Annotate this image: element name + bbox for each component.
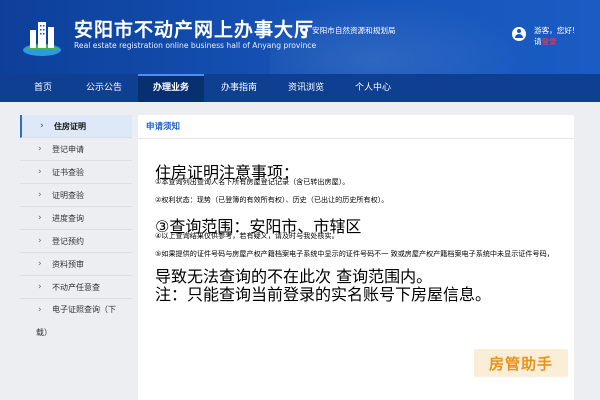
login-link[interactable]: 登录 bbox=[542, 37, 557, 46]
chevron-right-icon: › bbox=[38, 282, 42, 292]
sidebar-item-property-lookup[interactable]: › 不动产任意查 bbox=[20, 276, 132, 299]
sidebar-item-label: 登记预约 bbox=[52, 237, 84, 246]
watermark: 房管助手 bbox=[474, 349, 568, 377]
login-prefix: 请 bbox=[534, 37, 542, 46]
chevron-right-icon: › bbox=[38, 259, 42, 269]
sidebar-item-label: 证书查验 bbox=[52, 168, 84, 177]
nav-item-business[interactable]: 办理业务 bbox=[138, 74, 204, 102]
location-pin-icon bbox=[300, 25, 308, 36]
nav-item-personal[interactable]: 个人中心 bbox=[346, 74, 400, 102]
avatar-icon[interactable] bbox=[512, 27, 526, 41]
sidebar-item-document-precheck[interactable]: › 资料预审 bbox=[20, 253, 132, 276]
nav-item-guide[interactable]: 办事指南 bbox=[212, 74, 266, 102]
notice-line: ⑤如果提供的证件号码与房屋产权产籍档案电子系统中显示的证件号码不一 致或房屋产权… bbox=[155, 249, 554, 258]
nav-item-news[interactable]: 资讯浏览 bbox=[279, 74, 333, 102]
sidebar-item-label: 资料预审 bbox=[52, 260, 84, 269]
logo-icon bbox=[23, 22, 61, 56]
sidebar-item-proof-check[interactable]: › 证明查验 bbox=[20, 184, 132, 207]
sidebar-item-label: 证明查验 bbox=[52, 191, 84, 200]
org-name: 安阳市自然资源和规划局 bbox=[312, 26, 396, 35]
chevron-right-icon: › bbox=[40, 121, 44, 131]
chevron-right-icon: › bbox=[38, 236, 42, 246]
sidebar-item-e-license-query[interactable]: › 电子证照查询（下 载） bbox=[20, 299, 132, 345]
watermark-text: 房管助手 bbox=[488, 354, 553, 373]
main-nav: 首页 公示公告 办理业务 办事指南 资讯浏览 个人中心 bbox=[0, 74, 600, 102]
site-header: 安阳市不动产网上办事大厅 Real estate registration on… bbox=[0, 0, 600, 74]
chevron-right-icon: › bbox=[38, 167, 42, 177]
sidebar-item-appointment[interactable]: › 登记预约 bbox=[20, 230, 132, 253]
sidebar-item-certificate-check[interactable]: › 证书查验 bbox=[20, 161, 132, 184]
panel-title: 申请须知 bbox=[138, 115, 574, 139]
sidebar-item-registration-apply[interactable]: › 登记申请 bbox=[20, 138, 132, 161]
notice-footnote: 注：只能查询当前登录的实名账号下房屋信息。 bbox=[155, 285, 492, 304]
org-label: 安阳市自然资源和规划局 bbox=[300, 25, 396, 36]
chevron-right-icon: › bbox=[38, 190, 42, 200]
user-area: 游客，您好! 请登录 bbox=[512, 25, 575, 47]
sidebar-item-label: 登记申请 bbox=[52, 145, 84, 154]
nav-item-home[interactable]: 首页 bbox=[20, 74, 66, 102]
notice-line: ①本查询列出查询人名下所有房屋登记记录（含已转出房屋）。 bbox=[155, 177, 350, 186]
notice-line: ②权利状态：现势（已登簿的有效所有权）、历史（已出让的历史所有权）。 bbox=[155, 195, 389, 204]
sidebar-item-progress-query[interactable]: › 进度查询 bbox=[20, 207, 132, 230]
sidebar-item-housing-certificate[interactable]: › 住房证明 bbox=[20, 115, 132, 138]
sidebar-item-label-wrap: 载） bbox=[36, 328, 52, 337]
sidebar-item-label: 住房证明 bbox=[54, 122, 86, 131]
chevron-right-icon: › bbox=[38, 213, 42, 223]
notice-line: ④以上查询结果仅供参考，若有疑义，请及时与我处核实。 bbox=[155, 231, 339, 240]
login-row: 请登录 bbox=[534, 36, 575, 47]
sidebar-item-label: 进度查询 bbox=[52, 214, 84, 223]
nav-item-announcements[interactable]: 公示公告 bbox=[78, 74, 130, 102]
sidebar-item-label: 不动产任意查 bbox=[52, 283, 100, 292]
site-title: 安阳市不动产网上办事大厅 bbox=[74, 19, 315, 41]
sidebar-item-label: 电子证照查询（下 bbox=[52, 305, 116, 314]
greeting-text: 游客，您好! bbox=[534, 26, 576, 35]
site-subtitle: Real estate registration online business… bbox=[74, 41, 317, 50]
sidebar: › 住房证明 › 登记申请 › 证书查验 › 证明查验 › 进度查询 › 登记预… bbox=[20, 115, 132, 345]
chevron-right-icon: › bbox=[38, 144, 42, 154]
chevron-right-icon: › bbox=[38, 305, 42, 315]
